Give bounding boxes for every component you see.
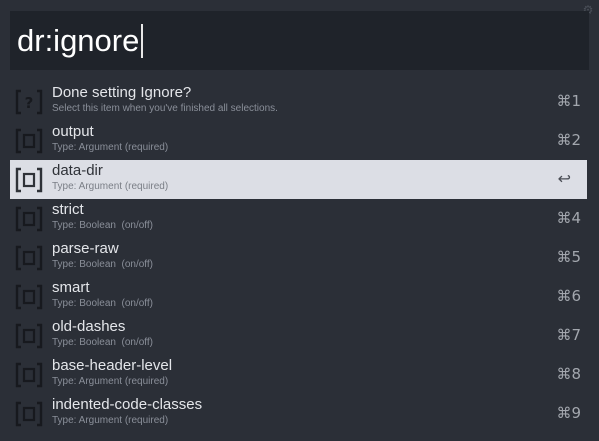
bracket-box-icon	[15, 401, 43, 427]
result-row-old-dashes[interactable]: old-dashes Type: Boolean (on/off) ⌘7	[10, 316, 587, 355]
result-shortcut: ⌘9	[556, 404, 581, 422]
result-title: data-dir	[52, 162, 103, 179]
result-title: parse-raw	[52, 240, 119, 257]
result-row-indented-code-classes[interactable]: indented-code-classes Type: Argument (re…	[10, 394, 587, 433]
result-subtitle: Type: Boolean (on/off)	[52, 259, 153, 270]
result-subtitle: Type: Boolean (on/off)	[52, 220, 153, 231]
result-title: smart	[52, 279, 90, 296]
result-subtitle: Type: Boolean (on/off)	[52, 298, 153, 309]
result-title: output	[52, 123, 94, 140]
result-row-base-header-level[interactable]: base-header-level Type: Argument (requir…	[10, 355, 587, 394]
result-shortcut: ⌘5	[556, 248, 581, 266]
result-subtitle: Type: Argument (required)	[52, 181, 169, 192]
bracket-box-icon	[15, 323, 43, 349]
result-row-parse-raw[interactable]: parse-raw Type: Boolean (on/off) ⌘5	[10, 238, 587, 277]
launcher-window: ⚙ dr:ignore ? Done setting Ignore? Selec…	[0, 0, 599, 441]
result-shortcut: ⌘1	[556, 92, 581, 110]
result-subtitle: Type: Argument (required)	[52, 376, 169, 387]
result-title: base-header-level	[52, 357, 173, 374]
bracket-box-icon	[15, 245, 43, 271]
query-input[interactable]: dr:ignore	[10, 11, 589, 70]
result-subtitle: Type: Boolean (on/off)	[52, 337, 153, 348]
result-row-done[interactable]: ? Done setting Ignore? Select this item …	[10, 82, 587, 121]
result-subtitle: Type: Argument (required)	[52, 415, 169, 426]
result-title: strict	[52, 201, 84, 218]
question-bracket-icon: ?	[15, 89, 43, 115]
result-shortcut: ⌘7	[556, 326, 581, 344]
result-subtitle: Type: Argument (required)	[52, 142, 169, 153]
bracket-box-icon	[15, 128, 43, 154]
result-row-smart[interactable]: smart Type: Boolean (on/off) ⌘6	[10, 277, 587, 316]
result-subtitle: Select this item when you've finished al…	[52, 103, 278, 114]
svg-text:?: ?	[25, 94, 34, 112]
result-shortcut: ⌘2	[556, 131, 581, 149]
result-row-data-dir[interactable]: data-dir Type: Argument (required) ↩	[10, 160, 587, 199]
result-shortcut: ⌘6	[556, 287, 581, 305]
result-shortcut: ⌘4	[556, 209, 581, 227]
result-title: indented-code-classes	[52, 396, 203, 413]
bracket-box-icon	[15, 167, 43, 193]
result-title: Done setting Ignore?	[52, 84, 192, 101]
bracket-box-icon	[15, 284, 43, 310]
text-caret	[141, 23, 143, 58]
result-row-strict[interactable]: strict Type: Boolean (on/off) ⌘4	[10, 199, 587, 238]
results-list: ? Done setting Ignore? Select this item …	[10, 82, 587, 433]
bracket-box-icon	[15, 206, 43, 232]
query-text[interactable]: dr:ignore	[17, 23, 139, 58]
result-row-output[interactable]: output Type: Argument (required) ⌘2	[10, 121, 587, 160]
bracket-box-icon	[15, 362, 43, 388]
result-title: old-dashes	[52, 318, 126, 335]
return-icon: ↩	[557, 169, 571, 188]
result-shortcut: ⌘8	[556, 365, 581, 383]
